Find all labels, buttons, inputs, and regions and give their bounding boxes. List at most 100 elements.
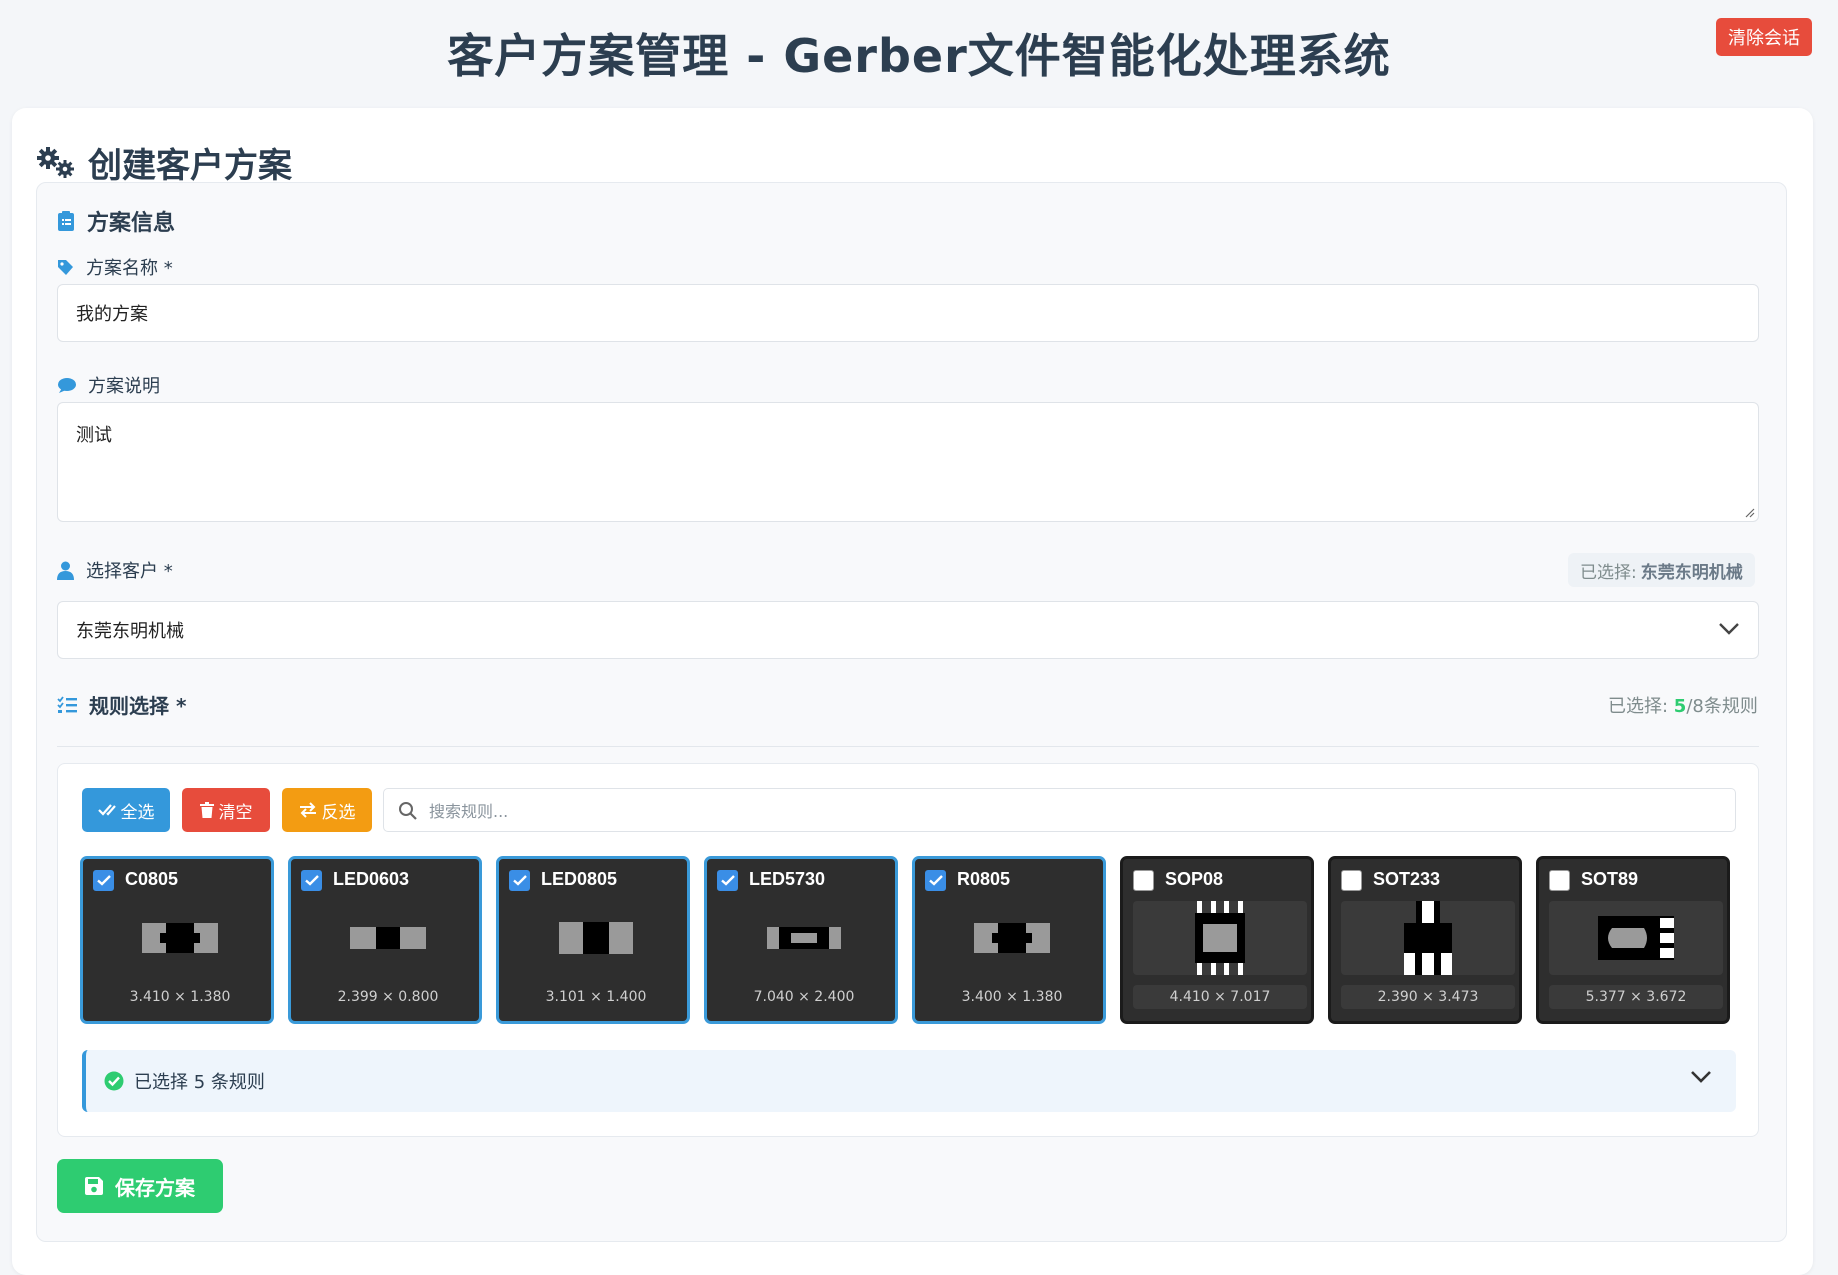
customer-selected-prefix: 已选择: (1580, 562, 1637, 583)
rules-summary-text: 已选择 5 条规则 (134, 1072, 265, 1093)
rule-card-led0805[interactable]: LED0805 3.101 × 1.400 (496, 856, 690, 1024)
footprint-led5730-icon (767, 927, 841, 949)
rule-card-r0805[interactable]: R0805 3.400 × 1.380 (912, 856, 1106, 1024)
resize-grip-icon[interactable] (1743, 506, 1755, 518)
footprint-led0805-icon (559, 922, 633, 954)
rules-section-title: 规则选择 * (57, 690, 186, 719)
clear-session-button[interactable]: 清除会话 (1716, 18, 1812, 56)
rule-card-sot89[interactable]: SOT89 5.377 × 3.672 (1536, 856, 1730, 1024)
footprint-sot89-icon (1598, 916, 1674, 960)
rule-name: SOT233 (1373, 869, 1441, 889)
customer-label: 选择客户 * (57, 557, 173, 583)
rule-checkbox[interactable] (509, 870, 530, 891)
rules-selected-count: 已选择: 5/8条规则 (1608, 692, 1758, 718)
footprint-preview (1133, 901, 1307, 975)
search-placeholder: 搜索规则... (429, 802, 509, 821)
customer-select[interactable]: 东莞东明机械 (57, 601, 1759, 659)
footprint-preview (93, 901, 267, 975)
select-all-button[interactable]: 全选 (82, 788, 170, 832)
check-icon (512, 875, 527, 886)
rule-size: 4.410 × 7.017 (1133, 985, 1307, 1009)
rule-name: C0805 (125, 869, 179, 889)
plan-info-title-text: 方案信息 (87, 211, 176, 236)
rule-size: 5.377 × 3.672 (1549, 985, 1723, 1009)
card-title: 创建客户方案 (88, 146, 292, 186)
rules-count-number: 5 (1673, 696, 1687, 717)
rule-size: 3.101 × 1.400 (545, 989, 647, 1005)
save-icon (85, 1177, 103, 1195)
rule-card-led0603[interactable]: LED0603 2.399 × 0.800 (288, 856, 482, 1024)
customer-selected-name: 东莞东明机械 (1640, 562, 1743, 583)
rules-divider (57, 746, 1759, 747)
rule-size: 7.040 × 2.400 (753, 989, 855, 1005)
footprint-sot233-icon (1402, 901, 1454, 975)
plan-name-input[interactable]: 我的方案 (57, 284, 1759, 342)
plan-desc-textarea[interactable]: 测试 (57, 402, 1759, 522)
footprint-r0805-icon (974, 923, 1050, 953)
invert-label: 反选 (321, 802, 356, 823)
rule-name: LED0603 (333, 869, 410, 889)
chevron-down-icon (1719, 623, 1739, 635)
check-icon (720, 875, 735, 886)
rule-name: LED0805 (541, 869, 618, 889)
page-title: 客户方案管理 - Gerber文件智能化处理系统 (447, 29, 1391, 83)
rule-name: SOP08 (1165, 869, 1224, 889)
list-check-icon (57, 695, 77, 714)
rule-checkbox[interactable] (1341, 870, 1362, 891)
rule-name: SOT89 (1581, 869, 1639, 889)
rule-size: 3.400 × 1.380 (961, 989, 1063, 1005)
create-plan-card: 创建客户方案 方案信息 方案名称 * 我的方案 方案说明 测试 选择客户 * 已… (12, 108, 1813, 1275)
rule-checkbox[interactable] (717, 870, 738, 891)
rule-card-led5730[interactable]: LED5730 7.040 × 2.400 (704, 856, 898, 1024)
rules-panel: 全选 清空 反选 搜索规则... C0805 3.410 × 1.380 LED… (57, 763, 1759, 1137)
rule-card-sop08[interactable]: SOP08 4.410 × 7.017 (1120, 856, 1314, 1024)
rule-size: 3.410 × 1.380 (129, 989, 231, 1005)
rule-size: 2.399 × 0.800 (337, 989, 439, 1005)
plan-name-label: 方案名称 * (57, 254, 173, 280)
rule-checkbox[interactable] (1549, 870, 1570, 891)
rule-checkbox[interactable] (925, 870, 946, 891)
rule-card-c0805[interactable]: C0805 3.410 × 1.380 (80, 856, 274, 1024)
customer-select-value: 东莞东明机械 (76, 621, 184, 642)
comment-icon (57, 377, 76, 394)
customer-selected-badge: 已选择: 东莞东明机械 (1568, 553, 1755, 587)
rule-size: 2.390 × 3.473 (1341, 985, 1515, 1009)
rule-name: R0805 (957, 869, 1011, 889)
chevron-down-icon[interactable] (1690, 1070, 1712, 1084)
footprint-preview (1549, 901, 1723, 975)
invert-button[interactable]: 反选 (282, 788, 372, 832)
card-header: 创建客户方案 (36, 138, 292, 187)
check-circle-icon (104, 1071, 124, 1091)
rules-summary-bar[interactable]: 已选择 5 条规则 (82, 1050, 1736, 1112)
clear-button[interactable]: 清空 (182, 788, 270, 832)
rules-count-prefix: 已选择: (1608, 696, 1674, 717)
clipboard-icon (57, 210, 75, 232)
exchange-icon (299, 802, 316, 818)
rule-name: LED5730 (749, 869, 826, 889)
footprint-c0805-icon (142, 923, 218, 953)
select-all-label: 全选 (120, 802, 155, 823)
footprint-preview (1341, 901, 1515, 975)
plan-desc-value: 测试 (76, 425, 112, 446)
rule-search-input[interactable]: 搜索规则... (383, 788, 1736, 832)
plan-desc-label-text: 方案说明 (88, 376, 160, 397)
footprint-preview (925, 901, 1099, 975)
footprint-sop08-icon (1195, 901, 1245, 975)
rules-title-text: 规则选择 * (89, 694, 187, 718)
plan-info-section-title: 方案信息 (57, 205, 175, 237)
gears-icon (37, 146, 74, 178)
search-icon (399, 801, 417, 820)
rule-card-sot233[interactable]: SOT233 2.390 × 3.473 (1328, 856, 1522, 1024)
rule-checkbox[interactable] (1133, 870, 1154, 891)
check-icon (304, 875, 319, 886)
tag-icon (57, 259, 74, 276)
rule-checkbox[interactable] (93, 870, 114, 891)
check-icon (96, 875, 111, 886)
trash-icon (199, 802, 214, 818)
clear-label: 清空 (218, 802, 253, 823)
footprint-preview (717, 901, 891, 975)
save-plan-button[interactable]: 保存方案 (57, 1159, 223, 1213)
rule-checkbox[interactable] (301, 870, 322, 891)
rules-count-suffix: /8条规则 (1686, 696, 1758, 717)
check-double-icon (97, 804, 116, 816)
